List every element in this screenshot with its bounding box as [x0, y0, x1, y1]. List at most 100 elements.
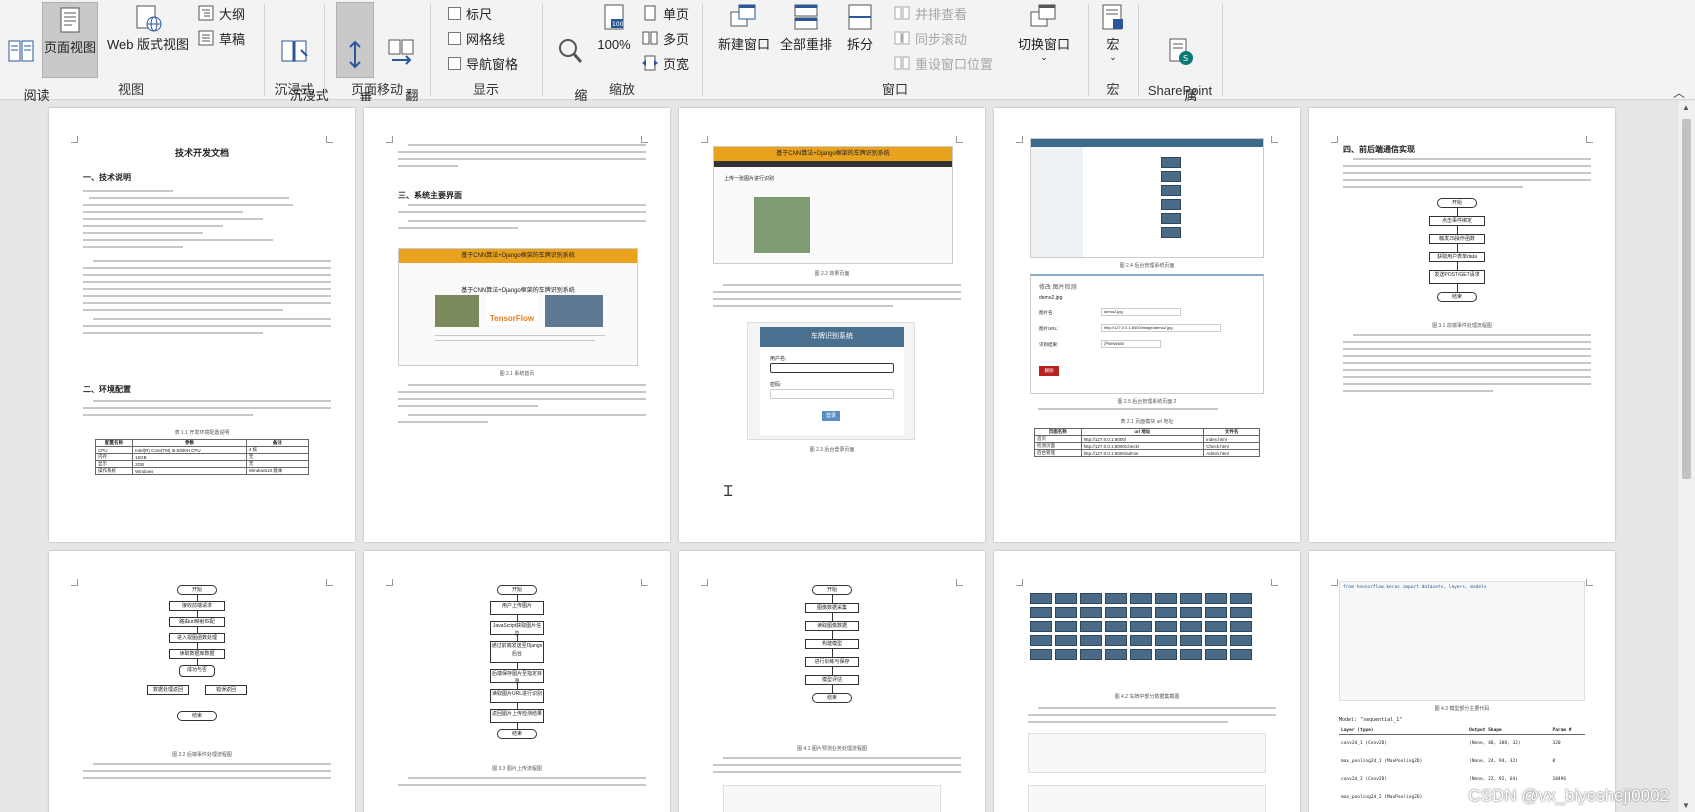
text-line: [83, 302, 331, 304]
figure-caption: 图 3.1 前端事件处理流程图: [1432, 323, 1492, 329]
chevron-down-icon: ⌄: [1040, 52, 1048, 62]
plate-thumbnail: [1230, 649, 1252, 660]
plate-thumbnail: [1080, 607, 1102, 618]
plate-thumbnail: [1161, 199, 1181, 210]
model-summary-title: Model: "sequential_1": [1339, 717, 1403, 723]
text-line: [398, 421, 488, 423]
draft-button[interactable]: 草稿: [198, 28, 245, 48]
flow-node: 接收前端请求: [169, 601, 225, 611]
zoom-100-button[interactable]: 100 100%: [594, 2, 634, 53]
ruler-check-box[interactable]: [448, 6, 461, 20]
document-area[interactable]: 技术开发文档 一、技术说明 二、环境配置 表 1.1 开发环境配置说明 配置名称…: [0, 101, 1677, 812]
flow-node: 返回图片上传检测结果: [490, 709, 544, 723]
gridlines-checkbox[interactable]: 网格线: [448, 28, 505, 48]
code-block: [723, 785, 941, 812]
switch-windows-button[interactable]: 切换窗口 ⌄: [1012, 2, 1076, 62]
table-header-cell: Output Shape: [1467, 727, 1551, 735]
gridlines-check-box[interactable]: [448, 31, 461, 45]
side-by-side-button[interactable]: 并排查看: [894, 3, 967, 23]
text-line: [408, 144, 646, 146]
nav-bar: [714, 161, 952, 167]
plate-thumbnail: [1180, 649, 1202, 660]
separator: [702, 4, 703, 96]
nav-pane-check-box[interactable]: [448, 56, 461, 70]
plate-thumbnail: [1230, 593, 1252, 604]
backend-flowchart: 开始 接收前端请求 路由url映射匹配 进入视图函数处理 读取数据库数据 成功与…: [147, 585, 257, 735]
page-move-group-label: 页面移动: [350, 82, 403, 97]
vertical-button[interactable]: 垂 直: [336, 2, 374, 123]
page-width-button[interactable]: 页宽: [642, 53, 689, 73]
reset-window-position-button[interactable]: 重设窗口位置: [894, 53, 993, 73]
vertical-scrollbar[interactable]: ▲ ▼: [1677, 101, 1695, 812]
document-page-9: 图 4.2 车牌中部分数据集截图: [994, 551, 1300, 812]
window-group: 新建窗口 全部重排 拆分 并排查看 同步滚动 重设窗口位置 切换窗口 ⌄ 窗口: [704, 0, 1086, 100]
table-cell: Admin.html: [1203, 449, 1260, 457]
switch-windows-icon: [1030, 4, 1056, 27]
draft-icon: [198, 30, 214, 46]
vertical-scroll-icon: [349, 40, 361, 69]
plate-thumbnail: [1105, 607, 1127, 618]
plate-thumbnail: [1155, 607, 1177, 618]
model-code-block: from tensorflow.keras import datasets, l…: [1339, 581, 1585, 701]
text-line: [398, 391, 646, 393]
table-cell: 2GB: [132, 460, 247, 468]
table-header-cell: 配置名称: [94, 439, 134, 447]
macros-label: 宏: [1106, 37, 1120, 52]
plate-thumbnail: [1180, 635, 1202, 646]
flow-node: 通过前端发送至Django后台: [490, 641, 544, 663]
nav-pane-checkbox[interactable]: 导航窗格: [448, 53, 518, 73]
new-window-button[interactable]: 新建窗口: [714, 2, 774, 53]
plate-thumbnail: [1130, 593, 1152, 604]
scroll-down-icon[interactable]: ▼: [1682, 801, 1690, 810]
split-button[interactable]: 拆分: [842, 2, 878, 53]
collapse-ribbon-icon[interactable]: ︿: [1673, 84, 1685, 101]
sharepoint-group-label: SharePoint: [1147, 83, 1213, 98]
table-caption: 表 2.1 页面模块 url 地址: [1120, 419, 1174, 425]
separator: [430, 4, 431, 96]
crop-mark: [641, 579, 648, 586]
plate-thumbnail: [1180, 593, 1202, 604]
crop-mark: [1586, 136, 1593, 143]
text-line: [1343, 348, 1591, 350]
plate-thumbnail: [1030, 621, 1052, 632]
crop-mark: [386, 579, 393, 586]
figure-caption: 图 3.3 图片上传流程图: [492, 766, 542, 772]
text-line: [83, 407, 331, 409]
ruler-checkbox[interactable]: 标尺: [448, 3, 492, 23]
plate-thumbnail: [1030, 607, 1052, 618]
macro-group: 宏 ⌄ 宏: [1090, 0, 1136, 100]
plate-thumbnail: [1205, 621, 1227, 632]
flow-arrow: [1457, 262, 1458, 270]
arrange-all-button[interactable]: 全部重排: [776, 2, 836, 53]
scroll-up-icon[interactable]: ▲: [1682, 103, 1690, 112]
plate-thumbnail: [1205, 649, 1227, 660]
table-cell: max_pooling2d_1 (MaxPooling2D): [1341, 758, 1423, 764]
outline-button[interactable]: 大纲: [198, 3, 245, 23]
plate-thumbnail: [1055, 649, 1077, 660]
text-line: [1343, 390, 1493, 392]
table-cell: 内存: [94, 453, 134, 461]
one-page-button[interactable]: 单页: [642, 3, 689, 23]
screenshot-admin-edit: 修改 图片检测 demo2.jpg 图片名: demo2.jpg 图片URL: …: [1030, 274, 1264, 394]
table-header-cell: 参数: [132, 439, 247, 447]
text-line: [1028, 714, 1276, 716]
scrollbar-thumb[interactable]: [1682, 119, 1691, 479]
multi-page-button[interactable]: 多页: [642, 28, 689, 48]
magnifier-icon: [559, 39, 583, 63]
new-window-icon: [730, 4, 756, 27]
homepage-subtitle: 基于CNN算法+Django框架的车牌识别系统: [461, 288, 575, 294]
text-line: [398, 405, 538, 407]
plate-thumbnail: [1130, 607, 1152, 618]
table-cell: 16GB: [132, 453, 247, 461]
text-line: [408, 204, 646, 206]
web-layout-button[interactable]: Web 版式视图: [102, 2, 194, 53]
flow-node: 开始: [497, 585, 537, 595]
macro-icon: [1102, 4, 1123, 30]
text-line: [713, 771, 961, 773]
zoom-100-icon: 100: [604, 4, 624, 30]
macros-button[interactable]: 宏 ⌄: [1094, 2, 1132, 62]
sync-scroll-button[interactable]: 同步滚动: [894, 28, 967, 48]
page-view-button[interactable]: 页面视图: [42, 2, 98, 78]
table-cell: 无: [245, 453, 310, 461]
table-header-cell: 文件名: [1203, 428, 1260, 436]
